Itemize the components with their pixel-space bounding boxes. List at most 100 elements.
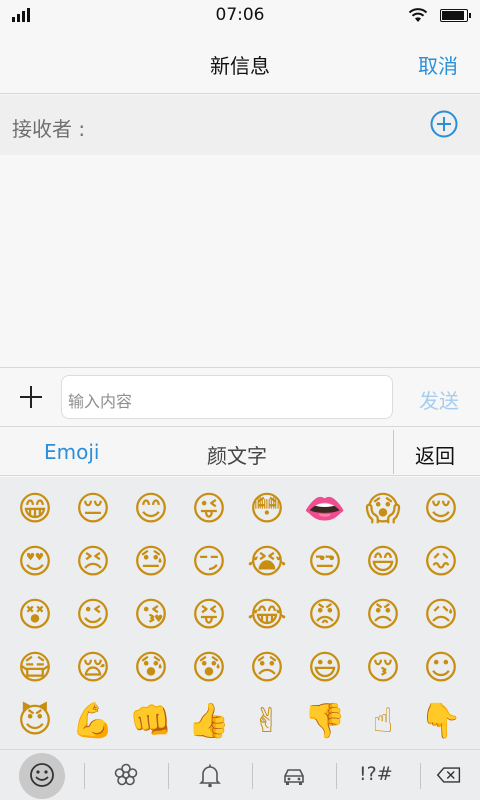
emoji-key[interactable]: ☝ (355, 695, 411, 747)
emoji-glyph: 😪 (75, 648, 111, 688)
flower-icon (114, 763, 138, 786)
emoji-key[interactable]: ☺ (413, 642, 469, 694)
bell-icon (199, 764, 221, 788)
emoji-key[interactable]: 😘 (123, 589, 179, 641)
emoji-key[interactable]: 😁 (7, 483, 63, 535)
emoji-key[interactable]: 😏 (181, 536, 237, 588)
message-input-placeholder: 输入内容 (68, 392, 133, 411)
emoji-key[interactable]: 😰 (181, 642, 237, 694)
emoji-glyph: 💪 (71, 701, 115, 741)
tab-divider (393, 430, 394, 474)
cancel-button[interactable]: 取消 (418, 50, 458, 79)
emoji-key[interactable]: 😵 (7, 589, 63, 641)
emoji-glyph: 😊 (133, 489, 169, 529)
emoji-glyph: 😓 (133, 542, 169, 582)
send-button[interactable]: 发送 (419, 385, 459, 414)
emoji-key[interactable]: 😈 (7, 695, 63, 747)
add-recipient-icon[interactable] (430, 110, 458, 138)
emoji-key[interactable]: 😭 (239, 536, 295, 588)
emoji-glyph: ☝ (372, 701, 394, 741)
emoji-key[interactable]: 😊 (123, 483, 179, 535)
emoji-key[interactable]: 😪 (65, 642, 121, 694)
emoji-key[interactable]: 😓 (123, 536, 179, 588)
emoji-glyph: 😱 (365, 489, 401, 529)
emoji-key[interactable]: 😥 (413, 589, 469, 641)
emoji-glyph: ☺ (423, 648, 459, 688)
emoji-glyph: 😘 (133, 595, 169, 635)
emoji-key[interactable]: 😌 (413, 483, 469, 535)
emoji-key[interactable]: 😃 (297, 642, 353, 694)
emoji-glyph: 😄 (365, 542, 401, 582)
delete-button[interactable] (420, 750, 480, 800)
emoji-glyph: 😵 (17, 595, 53, 635)
emoji-glyph: 😈 (17, 701, 53, 741)
nav-bar: 新信息 取消 (0, 30, 480, 94)
emoji-glyph: 😝 (191, 595, 227, 635)
smiley-icon (30, 763, 54, 787)
emoji-glyph: 😣 (75, 542, 111, 582)
tab-kaomoji[interactable]: 颜文字 (207, 440, 267, 469)
emoji-key[interactable]: 😣 (65, 536, 121, 588)
emoji-glyph: 😰 (191, 648, 227, 688)
emoji-key[interactable]: 😷 (7, 642, 63, 694)
emoji-glyph: 😡 (307, 595, 343, 635)
battery-icon (440, 9, 471, 22)
compose-bar: 输入内容 发送 (0, 367, 480, 427)
emoji-key[interactable]: 😂 (239, 589, 295, 641)
back-button[interactable]: 返回 (415, 440, 455, 469)
emoji-key[interactable]: 😳 (239, 483, 295, 535)
emoji-key[interactable]: 😒 (297, 536, 353, 588)
emoji-key[interactable]: 💪 (65, 695, 121, 747)
category-smiley-button[interactable] (0, 750, 84, 800)
emoji-key[interactable]: 👊 (123, 695, 179, 747)
attach-plus-button[interactable] (20, 386, 42, 408)
emoji-category-bar: !?# (0, 749, 480, 800)
emoji-glyph: 😁 (17, 489, 53, 529)
message-input[interactable]: 输入内容 (61, 375, 393, 419)
emoji-glyph: 😚 (365, 648, 401, 688)
emoji-glyph: 😷 (17, 648, 53, 688)
category-bell-button[interactable] (168, 750, 252, 800)
emoji-glyph: 😒 (307, 542, 343, 582)
emoji-key[interactable]: 😄 (355, 536, 411, 588)
emoji-key[interactable]: 😉 (65, 589, 121, 641)
recipient-label: 接收者 : (12, 117, 86, 141)
emoji-key[interactable]: 😠 (355, 589, 411, 641)
tab-emoji[interactable]: Emoji (44, 440, 99, 464)
emoji-key[interactable]: 😝 (181, 589, 237, 641)
wifi-icon (408, 8, 428, 22)
emoji-glyph: 👄 (303, 489, 347, 529)
emoji-glyph: 😉 (75, 595, 111, 635)
emoji-key[interactable]: 😞 (239, 642, 295, 694)
emoji-key[interactable]: 😔 (65, 483, 121, 535)
emoji-glyph: 😏 (191, 542, 227, 582)
category-car-button[interactable] (252, 750, 336, 800)
category-symbols-button[interactable]: !?# (359, 763, 393, 785)
emoji-glyph: 😜 (191, 489, 227, 529)
emoji-key[interactable]: 😚 (355, 642, 411, 694)
emoji-key[interactable]: 👄 (297, 483, 353, 535)
emoji-key[interactable]: 😜 (181, 483, 237, 535)
emoji-glyph: 😥 (423, 595, 459, 635)
emoji-glyph: 😌 (423, 489, 459, 529)
recipient-row[interactable]: 接收者 : (0, 95, 480, 155)
emoji-glyph: ✌ (252, 701, 282, 741)
emoji-key[interactable]: 👍 (181, 695, 237, 747)
emoji-key[interactable]: 😰 (123, 642, 179, 694)
emoji-key[interactable]: 😖 (413, 536, 469, 588)
category-flower-button[interactable] (84, 750, 168, 800)
page-title: 新信息 (210, 54, 270, 78)
emoji-glyph: 👎 (303, 701, 347, 741)
emoji-glyph: 👇 (419, 701, 463, 741)
emoji-glyph: 👊 (129, 701, 173, 741)
emoji-key[interactable]: 👎 (297, 695, 353, 747)
emoji-key[interactable]: 😡 (297, 589, 353, 641)
emoji-glyph: 😃 (307, 648, 343, 688)
emoji-key[interactable]: 👇 (413, 695, 469, 747)
emoji-key[interactable]: ✌ (239, 695, 295, 747)
emoji-key[interactable]: 😱 (355, 483, 411, 535)
emoji-key[interactable]: 😍 (7, 536, 63, 588)
emoji-glyph: 😰 (133, 648, 169, 688)
emoji-glyph: 😠 (365, 595, 401, 635)
emoji-glyph: 😳 (249, 489, 285, 529)
